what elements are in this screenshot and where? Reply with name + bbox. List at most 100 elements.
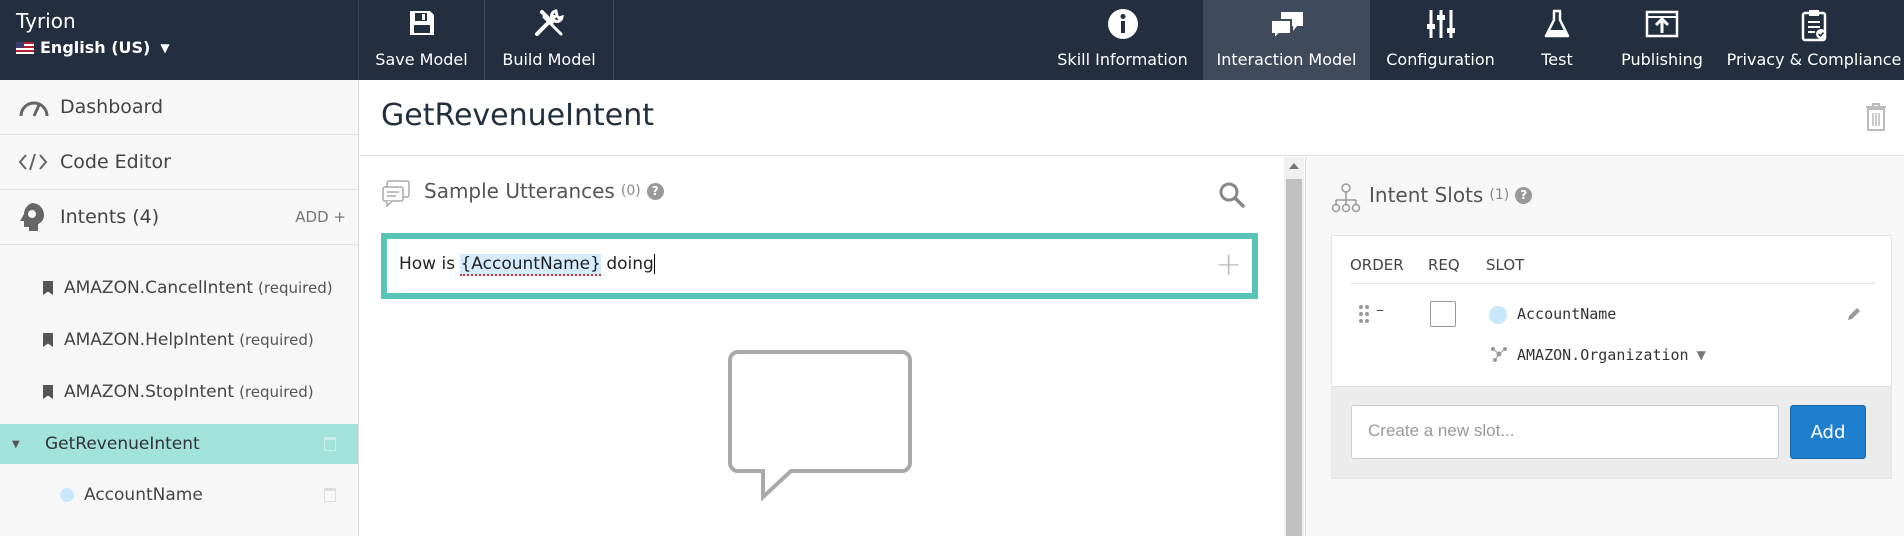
- add-slot-button[interactable]: Add: [1790, 405, 1866, 459]
- skill-name: Tyrion: [16, 9, 76, 33]
- slots-table: ORDER REQ SLOT – AccountName AMAZON.Orga…: [1331, 235, 1892, 479]
- chat-bubbles-icon: [1269, 12, 1303, 40]
- slot-item-account-name[interactable]: AccountName: [0, 475, 358, 515]
- bookmark-icon: [43, 385, 53, 399]
- order-dash: –: [1376, 300, 1384, 319]
- nav-privacy-compliance-label: Privacy & Compliance: [1726, 50, 1902, 69]
- intent-slots-title: Intent Slots: [1369, 183, 1484, 207]
- scroll-up-arrow-icon[interactable]: [1289, 163, 1299, 169]
- intent-required-note: (required): [258, 279, 333, 297]
- save-model-button[interactable]: Save Model: [359, 0, 484, 80]
- trash-icon[interactable]: [1865, 102, 1887, 132]
- sidebar-item-intents[interactable]: Intents (4) ADD +: [0, 190, 358, 245]
- gauge-icon: [19, 101, 49, 117]
- column-header-order: ORDER: [1350, 256, 1404, 274]
- nav-configuration-label: Configuration: [1386, 50, 1495, 69]
- intent-slots-panel: Intent Slots (1) ? ORDER REQ SLOT – Acco…: [1305, 157, 1904, 536]
- new-slot-form: Create a new slot... Add: [1332, 386, 1891, 478]
- nav-interaction-model[interactable]: Interaction Model: [1203, 0, 1370, 80]
- chevron-down-icon: ▼: [1696, 348, 1706, 362]
- build-model-label: Build Model: [502, 50, 596, 69]
- slot-color-dot: [1489, 306, 1507, 324]
- us-flag-icon: [16, 41, 34, 54]
- clipboard-check-icon: [1801, 10, 1827, 42]
- nav-configuration[interactable]: Configuration: [1370, 0, 1511, 80]
- caret-down-icon[interactable]: ▼: [12, 439, 20, 450]
- head-speech-icon: [20, 203, 44, 231]
- sidebar-item-label: Dashboard: [60, 96, 164, 118]
- intent-name: GetRevenueIntent: [45, 434, 200, 454]
- nav-privacy-compliance[interactable]: Privacy & Compliance: [1724, 0, 1904, 80]
- intent-name: AMAZON.CancelIntent: [64, 278, 254, 298]
- slot-name[interactable]: AccountName: [1517, 305, 1616, 323]
- utterances-scrollbar[interactable]: [1284, 157, 1304, 536]
- sliders-icon: [1426, 10, 1455, 38]
- sidebar-item-label: Code Editor: [60, 151, 171, 173]
- sidebar: Dashboard Code Editor Intents (4) ADD + …: [0, 80, 359, 536]
- search-icon[interactable]: [1218, 181, 1246, 209]
- intent-item-stop[interactable]: AMAZON.StopIntent (required): [0, 372, 358, 412]
- locale-selector[interactable]: English (US) ▼: [16, 38, 356, 57]
- drag-handle-icon[interactable]: [1358, 304, 1370, 324]
- nav-skill-information-label: Skill Information: [1057, 50, 1188, 69]
- floppy-disk-icon: [409, 11, 434, 35]
- hammer-wrench-icon: [535, 9, 564, 36]
- nav-test-label: Test: [1541, 50, 1573, 69]
- nav-publishing-label: Publishing: [1621, 50, 1703, 69]
- bookmark-icon: [43, 333, 53, 347]
- help-icon[interactable]: ?: [646, 182, 664, 200]
- column-header-req: REQ: [1428, 256, 1460, 274]
- new-slot-input[interactable]: Create a new slot...: [1351, 405, 1779, 459]
- intent-required-note: (required): [239, 383, 314, 401]
- skill-brand: Tyrion English (US) ▼: [16, 8, 356, 57]
- delete-slot-icon[interactable]: [324, 488, 336, 502]
- save-model-label: Save Model: [375, 50, 468, 69]
- help-icon[interactable]: ?: [1515, 186, 1533, 204]
- page-title: GetRevenueIntent: [381, 98, 654, 133]
- text-caret: [653, 254, 655, 274]
- intent-name: AMAZON.HelpIntent: [64, 330, 235, 350]
- slot-required-checkbox[interactable]: [1430, 301, 1456, 327]
- locale-label: English (US): [40, 38, 151, 57]
- column-header-slot: SLOT: [1486, 256, 1525, 274]
- add-utterance-button[interactable]: +: [1215, 245, 1242, 283]
- nav-test[interactable]: Test: [1513, 0, 1601, 80]
- slot-dot-icon: [60, 488, 74, 502]
- delete-intent-icon[interactable]: [324, 437, 336, 451]
- intent-item-cancel[interactable]: AMAZON.CancelIntent (required): [0, 268, 358, 308]
- intent-item-help[interactable]: AMAZON.HelpIntent (required): [0, 320, 358, 360]
- nav-publishing[interactable]: Publishing: [1612, 0, 1712, 80]
- code-icon: [18, 153, 48, 171]
- slot-count: (1): [1489, 187, 1510, 203]
- add-intent-button[interactable]: ADD +: [295, 208, 346, 226]
- utterance-input[interactable]: How is {AccountName} doing +: [381, 233, 1258, 299]
- nav-interaction-model-label: Interaction Model: [1216, 50, 1357, 69]
- divider: [613, 0, 614, 80]
- build-model-button[interactable]: Build Model: [485, 0, 613, 80]
- flask-icon: [1544, 9, 1570, 38]
- scrollbar-thumb[interactable]: [1286, 179, 1302, 536]
- slot-type-network-icon: [1491, 347, 1507, 362]
- speech-bubbles-icon: [382, 180, 410, 207]
- intent-header: GetRevenueIntent: [360, 80, 1904, 156]
- utterance-slot-token: {AccountName}: [460, 254, 601, 276]
- sidebar-item-dashboard[interactable]: Dashboard: [0, 80, 358, 135]
- chevron-down-icon: ▼: [160, 40, 170, 55]
- nav-skill-information[interactable]: Skill Information: [1054, 0, 1191, 80]
- sample-utterances-title: Sample Utterances: [424, 179, 615, 203]
- sidebar-intents-label: Intents (4): [60, 206, 160, 228]
- upload-icon: [1645, 10, 1679, 38]
- bookmark-icon: [43, 281, 53, 295]
- utterance-text-prefix: How is: [399, 254, 461, 274]
- intent-name: AMAZON.StopIntent: [64, 382, 235, 402]
- slot-type-selector[interactable]: AMAZON.Organization ▼: [1517, 346, 1706, 364]
- divider: [1350, 283, 1876, 284]
- sidebar-item-code-editor[interactable]: Code Editor: [0, 135, 358, 190]
- pencil-icon[interactable]: [1846, 306, 1862, 322]
- intent-item-get-revenue[interactable]: ▼ GetRevenueIntent: [0, 424, 358, 464]
- empty-speech-bubble-icon: [728, 350, 912, 502]
- utterance-count: (0): [620, 183, 641, 199]
- utterance-text-suffix: doing: [600, 254, 654, 274]
- info-circle-icon: [1107, 9, 1138, 39]
- slot-tree-icon: [1331, 183, 1361, 213]
